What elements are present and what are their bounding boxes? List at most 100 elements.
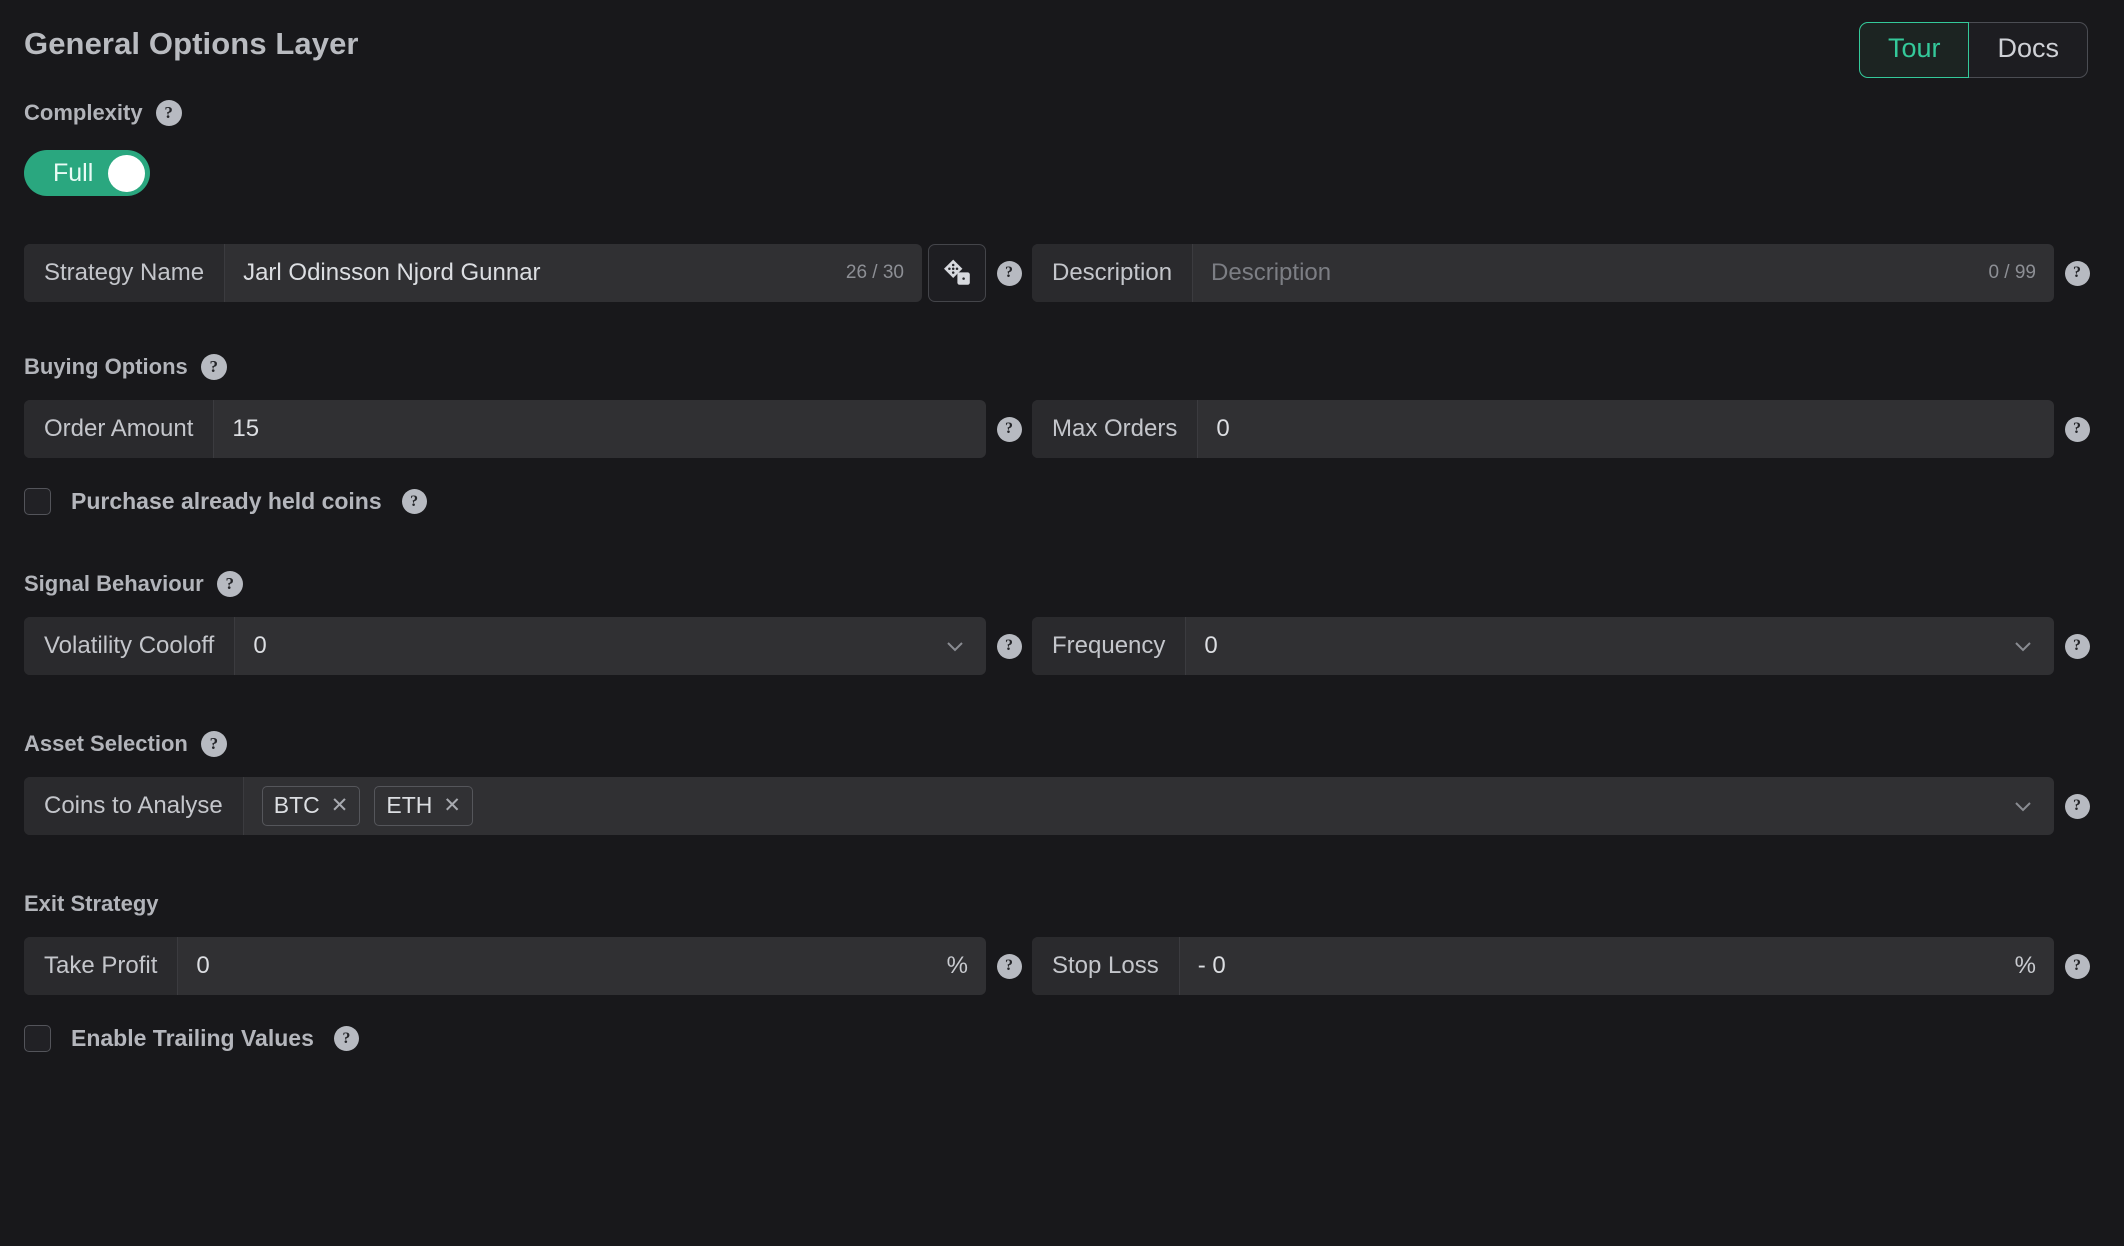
strategy-name-help-wrap: ? xyxy=(986,244,1032,302)
buying-options-section-heading: Buying Options ? xyxy=(24,350,2100,384)
help-icon-volatility-cooloff[interactable]: ? xyxy=(996,633,1022,659)
stop-loss-label: Stop Loss xyxy=(1032,937,1180,995)
coins-to-analyse-help-wrap: ? xyxy=(2054,777,2100,835)
stop-loss-value: - 0 xyxy=(1197,952,1226,979)
stop-loss-input[interactable]: - 0 % xyxy=(1180,937,2054,995)
coin-chip-label: ETH xyxy=(386,792,433,818)
order-amount-row: Order Amount 15 ? xyxy=(24,400,1032,458)
close-icon-eth[interactable]: ✕ xyxy=(443,795,461,816)
max-orders-label: Max Orders xyxy=(1032,400,1199,458)
dice-icon xyxy=(944,259,970,285)
page-title: General Options Layer xyxy=(24,26,359,61)
toggle-knob xyxy=(108,154,145,192)
chevron-down-icon-coins-to-analyse[interactable] xyxy=(2010,793,2036,819)
asset-selection-section-heading: Asset Selection ? xyxy=(24,727,2100,761)
max-orders-input[interactable]: 0 xyxy=(1198,400,2054,458)
help-icon-order-amount[interactable]: ? xyxy=(996,416,1022,442)
order-amount-value: 15 xyxy=(232,415,260,442)
docs-button[interactable]: Docs xyxy=(1969,22,2088,79)
signal-behaviour-section-heading: Signal Behaviour ? xyxy=(24,567,2100,601)
complexity-toggle[interactable]: Full xyxy=(24,150,150,196)
take-profit-field[interactable]: Take Profit 0 % xyxy=(24,937,986,995)
order-amount-label: Order Amount xyxy=(24,400,215,458)
asset-selection-label: Asset Selection xyxy=(24,731,188,756)
help-icon-stop-loss[interactable]: ? xyxy=(2064,953,2090,979)
strategy-name-label: Strategy Name xyxy=(24,244,226,302)
panel-header: General Options Layer Tour Docs xyxy=(24,0,2100,84)
help-icon-asset-selection[interactable]: ? xyxy=(200,731,227,757)
take-profit-suffix: % xyxy=(946,952,968,979)
max-orders-value: 0 xyxy=(1216,415,1230,442)
max-orders-help-wrap: ? xyxy=(2054,400,2100,458)
take-profit-help-wrap: ? xyxy=(986,937,1032,995)
stop-loss-field[interactable]: Stop Loss - 0 % xyxy=(1032,937,2054,995)
help-icon-frequency[interactable]: ? xyxy=(2064,633,2090,659)
enable-trailing-values-row[interactable]: Enable Trailing Values ? xyxy=(24,1025,2100,1052)
complexity-toggle-wrap: Full xyxy=(24,130,2100,196)
order-amount-input[interactable]: 15 xyxy=(214,400,986,458)
complexity-section-heading: Complexity ? xyxy=(24,96,2100,130)
help-icon-signal-behaviour[interactable]: ? xyxy=(216,571,243,597)
take-profit-label: Take Profit xyxy=(24,937,179,995)
chevron-down-icon-frequency[interactable] xyxy=(2010,633,2036,659)
signal-behaviour-row: Volatility Cooloff 0 ? Frequency 0 ? xyxy=(24,617,2100,675)
purchase-held-coins-label: Purchase already held coins xyxy=(71,488,382,514)
buying-options-row: Order Amount 15 ? Max Orders 0 ? xyxy=(24,400,2100,458)
help-icon-description[interactable]: ? xyxy=(2064,260,2090,286)
strategy-name-counter: 26 / 30 xyxy=(845,262,904,283)
coins-to-analyse-label: Coins to Analyse xyxy=(24,777,244,835)
description-field[interactable]: Description Description 0 / 99 xyxy=(1032,244,2054,302)
chevron-down-icon-volatility-cooloff[interactable] xyxy=(942,633,968,659)
help-icon-complexity[interactable]: ? xyxy=(155,100,182,126)
volatility-cooloff-select[interactable]: 0 xyxy=(235,617,986,675)
exit-strategy-section-heading: Exit Strategy xyxy=(24,887,2100,921)
help-icon-strategy-name[interactable]: ? xyxy=(996,260,1022,286)
volatility-cooloff-field[interactable]: Volatility Cooloff 0 xyxy=(24,617,986,675)
exit-strategy-row: Take Profit 0 % ? Stop Loss - 0 % ? xyxy=(24,937,2100,995)
take-profit-value: 0 xyxy=(196,952,210,979)
help-icon-coins-to-analyse[interactable]: ? xyxy=(2064,793,2090,819)
help-icon-take-profit[interactable]: ? xyxy=(996,953,1022,979)
purchase-held-coins-checkbox[interactable] xyxy=(24,488,51,515)
list-item[interactable]: BTC ✕ xyxy=(261,786,361,826)
description-input[interactable]: Description 0 / 99 xyxy=(1193,244,2054,302)
help-toggle-group: Tour Docs xyxy=(1858,22,2088,79)
exit-strategy-label: Exit Strategy xyxy=(24,891,159,916)
volatility-cooloff-label: Volatility Cooloff xyxy=(24,617,236,675)
frequency-select[interactable]: 0 xyxy=(1186,617,2054,675)
coins-to-analyse-row: Coins to Analyse BTC ✕ ETH ✕ ? xyxy=(24,777,2100,835)
frequency-row: Frequency 0 ? xyxy=(1032,617,2100,675)
max-orders-row: Max Orders 0 ? xyxy=(1032,400,2100,458)
coins-to-analyse-field[interactable]: Coins to Analyse BTC ✕ ETH ✕ xyxy=(24,777,2054,835)
coin-chip-list: BTC ✕ ETH ✕ xyxy=(261,786,473,826)
coins-to-analyse-select[interactable]: BTC ✕ ETH ✕ xyxy=(244,777,2054,835)
take-profit-row: Take Profit 0 % ? xyxy=(24,937,1032,995)
volatility-cooloff-help-wrap: ? xyxy=(986,617,1032,675)
help-icon-purchase-held-coins[interactable]: ? xyxy=(401,489,427,514)
complexity-toggle-label: Full xyxy=(53,159,94,187)
take-profit-input[interactable]: 0 % xyxy=(178,937,986,995)
tour-button[interactable]: Tour xyxy=(1858,22,1970,79)
frequency-label: Frequency xyxy=(1032,617,1187,675)
strategy-name-field[interactable]: Strategy Name Jarl Odinsson Njord Gunnar… xyxy=(24,244,922,302)
randomize-name-button[interactable] xyxy=(928,244,986,302)
volatility-cooloff-value: 0 xyxy=(253,632,267,659)
list-item[interactable]: ETH ✕ xyxy=(374,786,473,826)
description-label: Description xyxy=(1032,244,1194,302)
frequency-field[interactable]: Frequency 0 xyxy=(1032,617,2054,675)
close-icon-btc[interactable]: ✕ xyxy=(331,795,349,816)
enable-trailing-values-checkbox[interactable] xyxy=(24,1025,51,1052)
description-row: Description Description 0 / 99 ? xyxy=(1032,244,2100,302)
purchase-held-coins-row[interactable]: Purchase already held coins ? xyxy=(24,488,2100,515)
coin-chip-label: BTC xyxy=(273,792,320,818)
strategy-name-input[interactable]: Jarl Odinsson Njord Gunnar 26 / 30 xyxy=(225,244,922,302)
order-amount-field[interactable]: Order Amount 15 xyxy=(24,400,986,458)
volatility-cooloff-row: Volatility Cooloff 0 ? xyxy=(24,617,1032,675)
strategy-name-value: Jarl Odinsson Njord Gunnar xyxy=(243,259,541,286)
help-icon-enable-trailing-values[interactable]: ? xyxy=(333,1026,359,1051)
max-orders-field[interactable]: Max Orders 0 xyxy=(1032,400,2054,458)
help-icon-buying-options[interactable]: ? xyxy=(200,354,227,380)
general-options-layer-panel: General Options Layer Tour Docs Complexi… xyxy=(0,0,2124,1246)
help-icon-max-orders[interactable]: ? xyxy=(2064,416,2090,442)
enable-trailing-values-label: Enable Trailing Values xyxy=(71,1025,314,1051)
